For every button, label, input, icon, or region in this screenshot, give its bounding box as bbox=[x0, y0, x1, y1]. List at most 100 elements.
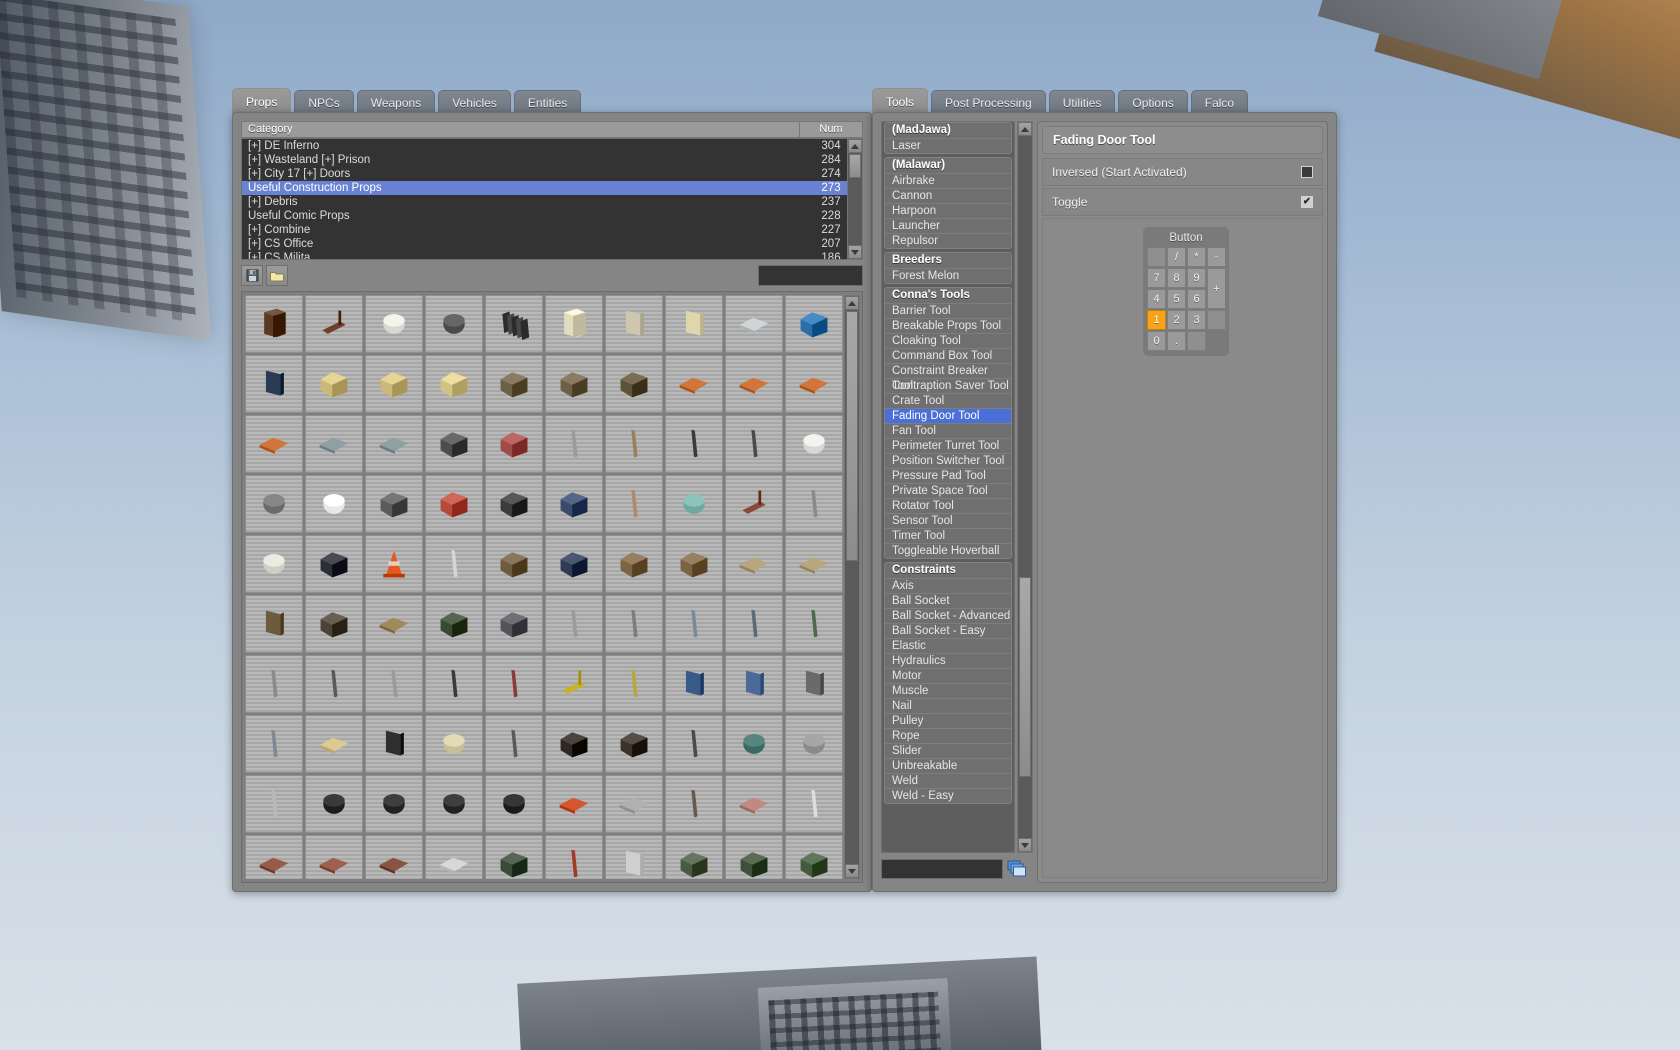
prop-cell-cardboard-box-3[interactable] bbox=[425, 355, 483, 413]
prop-cell-thin-rod[interactable] bbox=[545, 415, 603, 473]
numpad-key-3[interactable]: 3 bbox=[1187, 310, 1206, 330]
tool-item-sensor-tool[interactable]: Sensor Tool bbox=[885, 513, 1011, 528]
tool-item-pressure-pad-tool[interactable]: Pressure Pad Tool bbox=[885, 468, 1011, 483]
prop-cell-green-crate-2[interactable] bbox=[725, 835, 783, 879]
prop-cell-metal-cage[interactable] bbox=[485, 475, 543, 533]
category-row[interactable]: [+] City 17 [+] Doors 274 bbox=[242, 167, 862, 181]
tool-item-weld[interactable]: Weld bbox=[885, 773, 1011, 788]
prop-cell-green-crate-3[interactable] bbox=[785, 835, 843, 879]
tool-item-breakable-props-tool[interactable]: Breakable Props Tool bbox=[885, 318, 1011, 333]
prop-cell-orange-pallet-2[interactable] bbox=[725, 355, 783, 413]
prop-cell-sign-frame[interactable] bbox=[785, 655, 843, 713]
tool-item-ball-socket-advanced[interactable]: Ball Socket - Advanced bbox=[885, 608, 1011, 623]
prop-cell-pole-dark[interactable] bbox=[425, 655, 483, 713]
tool-item-laser[interactable]: Laser bbox=[885, 138, 1011, 153]
prop-cell-grey-cabinet[interactable] bbox=[485, 595, 543, 653]
prop-cell-cauldron[interactable] bbox=[425, 295, 483, 353]
prop-cell-plank-light[interactable] bbox=[305, 715, 363, 773]
prop-cell-bollard[interactable] bbox=[665, 775, 723, 833]
copy-layers-icon[interactable] bbox=[1007, 860, 1027, 878]
prop-cell-wood-plank[interactable] bbox=[605, 415, 663, 473]
tool-item-cloaking-tool[interactable]: Cloaking Tool bbox=[885, 333, 1011, 348]
category-row[interactable]: [+] Wasteland [+] Prison 284 bbox=[242, 153, 862, 167]
category-row[interactable]: [+] Debris 237 bbox=[242, 195, 862, 209]
prop-cell-tire-3[interactable] bbox=[485, 775, 543, 833]
scroll-down-icon[interactable] bbox=[1018, 838, 1032, 852]
category-row[interactable]: [+] CS Office 207 bbox=[242, 237, 862, 251]
prop-cell-barricade-2[interactable] bbox=[605, 775, 663, 833]
tab-falco[interactable]: Falco bbox=[1190, 90, 1249, 114]
prop-cell-blue-barrel[interactable] bbox=[545, 475, 603, 533]
folder-icon[interactable] bbox=[266, 265, 288, 286]
prop-cell-wooden-crate-3[interactable] bbox=[665, 535, 723, 593]
prop-cell-dark-crate[interactable] bbox=[305, 595, 363, 653]
prop-cell-antenna[interactable] bbox=[365, 655, 423, 713]
prop-cell-blue-sign[interactable] bbox=[665, 655, 723, 713]
tool-item-axis[interactable]: Axis bbox=[885, 578, 1011, 593]
prop-cell-cabinet[interactable] bbox=[545, 295, 603, 353]
tool-item-rope[interactable]: Rope bbox=[885, 728, 1011, 743]
tool-item-unbreakable[interactable]: Unbreakable bbox=[885, 758, 1011, 773]
numpad-key-0[interactable]: 0 bbox=[1147, 331, 1166, 351]
prop-cell-brick-3[interactable] bbox=[365, 835, 423, 879]
prop-cell-plywood-sheet[interactable] bbox=[665, 295, 723, 353]
numpad-key-9[interactable]: 9 bbox=[1187, 268, 1206, 288]
tool-list[interactable]: (MadJawa) Laser (Malawar) Airbrake Cannon Har… bbox=[881, 121, 1015, 853]
numpad-key-divide[interactable]: / bbox=[1167, 247, 1186, 267]
category-row[interactable]: Useful Comic Props 228 bbox=[242, 209, 862, 223]
scroll-up-icon[interactable] bbox=[845, 296, 859, 310]
prop-cell-blue-crate[interactable] bbox=[785, 295, 843, 353]
tool-item-cannon[interactable]: Cannon bbox=[885, 188, 1011, 203]
tab-utilities[interactable]: Utilities bbox=[1048, 90, 1116, 114]
numpad-key-4[interactable]: 4 bbox=[1147, 289, 1166, 309]
prop-grid-scrollbar[interactable] bbox=[844, 295, 860, 879]
tab-weapons[interactable]: Weapons bbox=[356, 90, 436, 114]
inversed-checkbox[interactable] bbox=[1301, 166, 1313, 178]
tool-item-private-space-tool[interactable]: Private Space Tool bbox=[885, 483, 1011, 498]
option-row-toggle[interactable]: Toggle bbox=[1042, 188, 1323, 216]
prop-cell-green-crate[interactable] bbox=[665, 835, 723, 879]
prop-cell-sign-bracket[interactable] bbox=[725, 655, 783, 713]
prop-cell-white-pipe[interactable] bbox=[425, 535, 483, 593]
prop-cell-beam[interactable] bbox=[605, 595, 663, 653]
prop-cell-cardboard-box-1[interactable] bbox=[305, 355, 363, 413]
prop-cell-red-barrel[interactable] bbox=[425, 475, 483, 533]
prop-cell-dark-cap[interactable] bbox=[605, 715, 663, 773]
prop-cell-satellite-dish[interactable] bbox=[245, 535, 303, 593]
prop-cell-trash-can[interactable] bbox=[365, 475, 423, 533]
numpad-key-5[interactable]: 5 bbox=[1167, 289, 1186, 309]
numpad-key-decimal[interactable]: . bbox=[1167, 331, 1186, 351]
tool-item-perimeter-turret-tool[interactable]: Perimeter Turret Tool bbox=[885, 438, 1011, 453]
prop-cell-red-pole[interactable] bbox=[485, 655, 543, 713]
prop-cell-cable[interactable] bbox=[245, 775, 303, 833]
tool-item-barrier-tool[interactable]: Barrier Tool bbox=[885, 303, 1011, 318]
prop-cell-tire-gold-rim[interactable] bbox=[305, 775, 363, 833]
tab-vehicles[interactable]: Vehicles bbox=[438, 90, 511, 114]
prop-cell-sink[interactable] bbox=[725, 295, 783, 353]
prop-cell-shovel[interactable] bbox=[545, 835, 603, 879]
prop-cell-canister[interactable] bbox=[605, 475, 663, 533]
prop-cell-dirty-box-1[interactable] bbox=[485, 355, 543, 413]
prop-cell-pallet-wood-1[interactable] bbox=[305, 415, 363, 473]
prop-cell-orange-pallet-1[interactable] bbox=[665, 355, 723, 413]
prop-cell-tv-screen[interactable] bbox=[245, 355, 303, 413]
tool-item-hydraulics[interactable]: Hydraulics bbox=[885, 653, 1011, 668]
tool-item-nail[interactable]: Nail bbox=[885, 698, 1011, 713]
category-list-scrollbar[interactable] bbox=[847, 138, 863, 260]
tool-item-airbrake[interactable]: Airbrake bbox=[885, 173, 1011, 188]
prop-cell-blue-bin[interactable] bbox=[545, 535, 603, 593]
prop-cell-wood-pallet[interactable] bbox=[365, 595, 423, 653]
prop-cell-pallet-planks[interactable] bbox=[725, 535, 783, 593]
tab-options[interactable]: Options bbox=[1118, 90, 1188, 114]
prop-cell-barrel-top[interactable] bbox=[785, 415, 843, 473]
tool-item-ball-socket[interactable]: Ball Socket bbox=[885, 593, 1011, 608]
prop-cell-dirty-box-3[interactable] bbox=[605, 355, 663, 413]
tool-item-muscle[interactable]: Muscle bbox=[885, 683, 1011, 698]
prop-cell-orange-pallet-4[interactable] bbox=[245, 415, 303, 473]
prop-cell-green-box[interactable] bbox=[485, 835, 543, 879]
prop-cell-white-slab[interactable] bbox=[425, 835, 483, 879]
prop-cell-white-panel[interactable] bbox=[605, 835, 663, 879]
prop-cell-traffic-cone[interactable] bbox=[365, 535, 423, 593]
scrollbar-thumb[interactable] bbox=[849, 154, 861, 178]
scroll-down-icon[interactable] bbox=[848, 245, 862, 259]
